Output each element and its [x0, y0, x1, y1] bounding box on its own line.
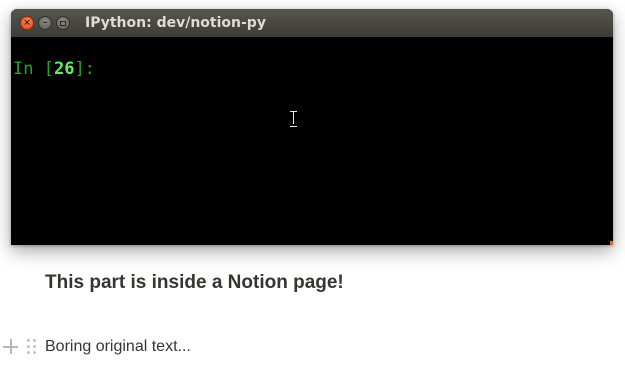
maximize-icon [60, 20, 66, 26]
scrollbar-indicator[interactable] [610, 241, 613, 245]
prompt-number: 26 [53, 59, 75, 79]
terminal-window: × – IPython: dev/notion-py In [26]: [11, 9, 613, 245]
prompt-prefix: In [ [13, 59, 54, 79]
prompt-suffix: ]: [74, 59, 95, 79]
text-cursor-icon [290, 111, 297, 127]
minimize-window-button[interactable]: – [38, 16, 52, 30]
notion-heading-block[interactable]: This part is inside a Notion page! [45, 272, 344, 294]
drag-handle-icon[interactable] [27, 339, 37, 355]
notion-paragraph-text[interactable]: Boring original text... [45, 338, 191, 356]
terminal-body[interactable]: In [26]: [11, 37, 613, 245]
close-window-button[interactable]: × [20, 16, 34, 30]
window-titlebar[interactable]: × – IPython: dev/notion-py [11, 9, 613, 37]
add-block-icon[interactable] [3, 339, 18, 354]
maximize-window-button[interactable] [56, 16, 70, 30]
minimize-icon: – [42, 17, 48, 28]
close-icon: × [23, 17, 31, 28]
window-title: IPython: dev/notion-py [85, 15, 266, 31]
notion-text-block[interactable]: Boring original text... [0, 336, 400, 358]
ipython-prompt: In [26]: [13, 59, 95, 79]
